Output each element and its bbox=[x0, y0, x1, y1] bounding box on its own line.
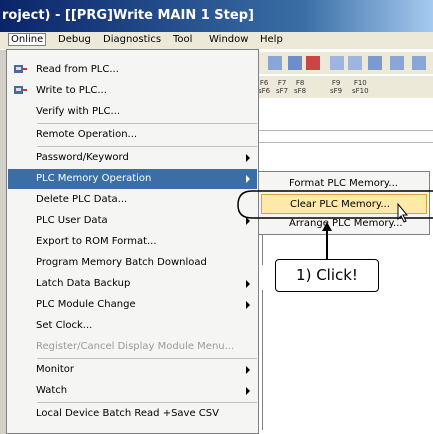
annotation-overlay bbox=[237, 190, 433, 259]
mouse-cursor-icon bbox=[397, 202, 409, 223]
callout-click: 1) Click! bbox=[275, 259, 379, 292]
